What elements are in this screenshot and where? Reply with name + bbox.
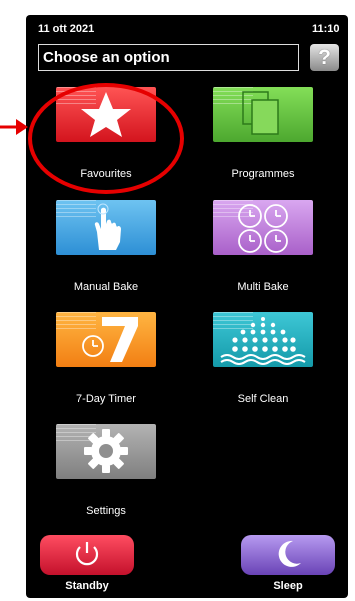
help-icon: ? — [318, 46, 331, 69]
settings-tile[interactable] — [56, 424, 156, 479]
clocks-icon — [238, 204, 288, 253]
sleep-label: Sleep — [273, 580, 303, 592]
self-clean-tile[interactable] — [213, 312, 313, 367]
moon-icon — [278, 540, 301, 567]
gear-icon — [84, 429, 128, 473]
highlight-ring — [28, 83, 184, 194]
seven-day-timer-tile[interactable] — [56, 312, 156, 367]
multi-bake-label: Multi Bake — [237, 281, 289, 293]
power-icon — [75, 542, 99, 566]
standby-label: Standby — [65, 580, 109, 592]
programmes-tile[interactable] — [213, 87, 313, 142]
settings-label: Settings — [86, 505, 126, 517]
sleep-button[interactable] — [241, 535, 335, 575]
hand-pointer-icon — [94, 203, 121, 250]
steam-dots-icon — [220, 317, 306, 365]
manual-bake-tile[interactable] — [56, 200, 156, 255]
seven-day-timer-label: 7-Day Timer — [76, 393, 136, 405]
programmes-label: Programmes — [231, 168, 295, 180]
multi-bake-tile[interactable] — [213, 200, 313, 255]
status-time: 11:10 — [312, 23, 340, 35]
self-clean-label: Self Clean — [237, 393, 289, 405]
manual-bake-label: Manual Bake — [73, 281, 139, 293]
arrow-icon — [0, 119, 28, 135]
standby-button[interactable] — [40, 535, 134, 575]
clock-seven-icon — [82, 317, 138, 362]
page-title: Choose an option — [38, 44, 299, 71]
documents-icon — [242, 91, 279, 135]
status-date: 11 ott 2021 — [38, 23, 95, 35]
help-button[interactable]: ? — [310, 44, 339, 71]
